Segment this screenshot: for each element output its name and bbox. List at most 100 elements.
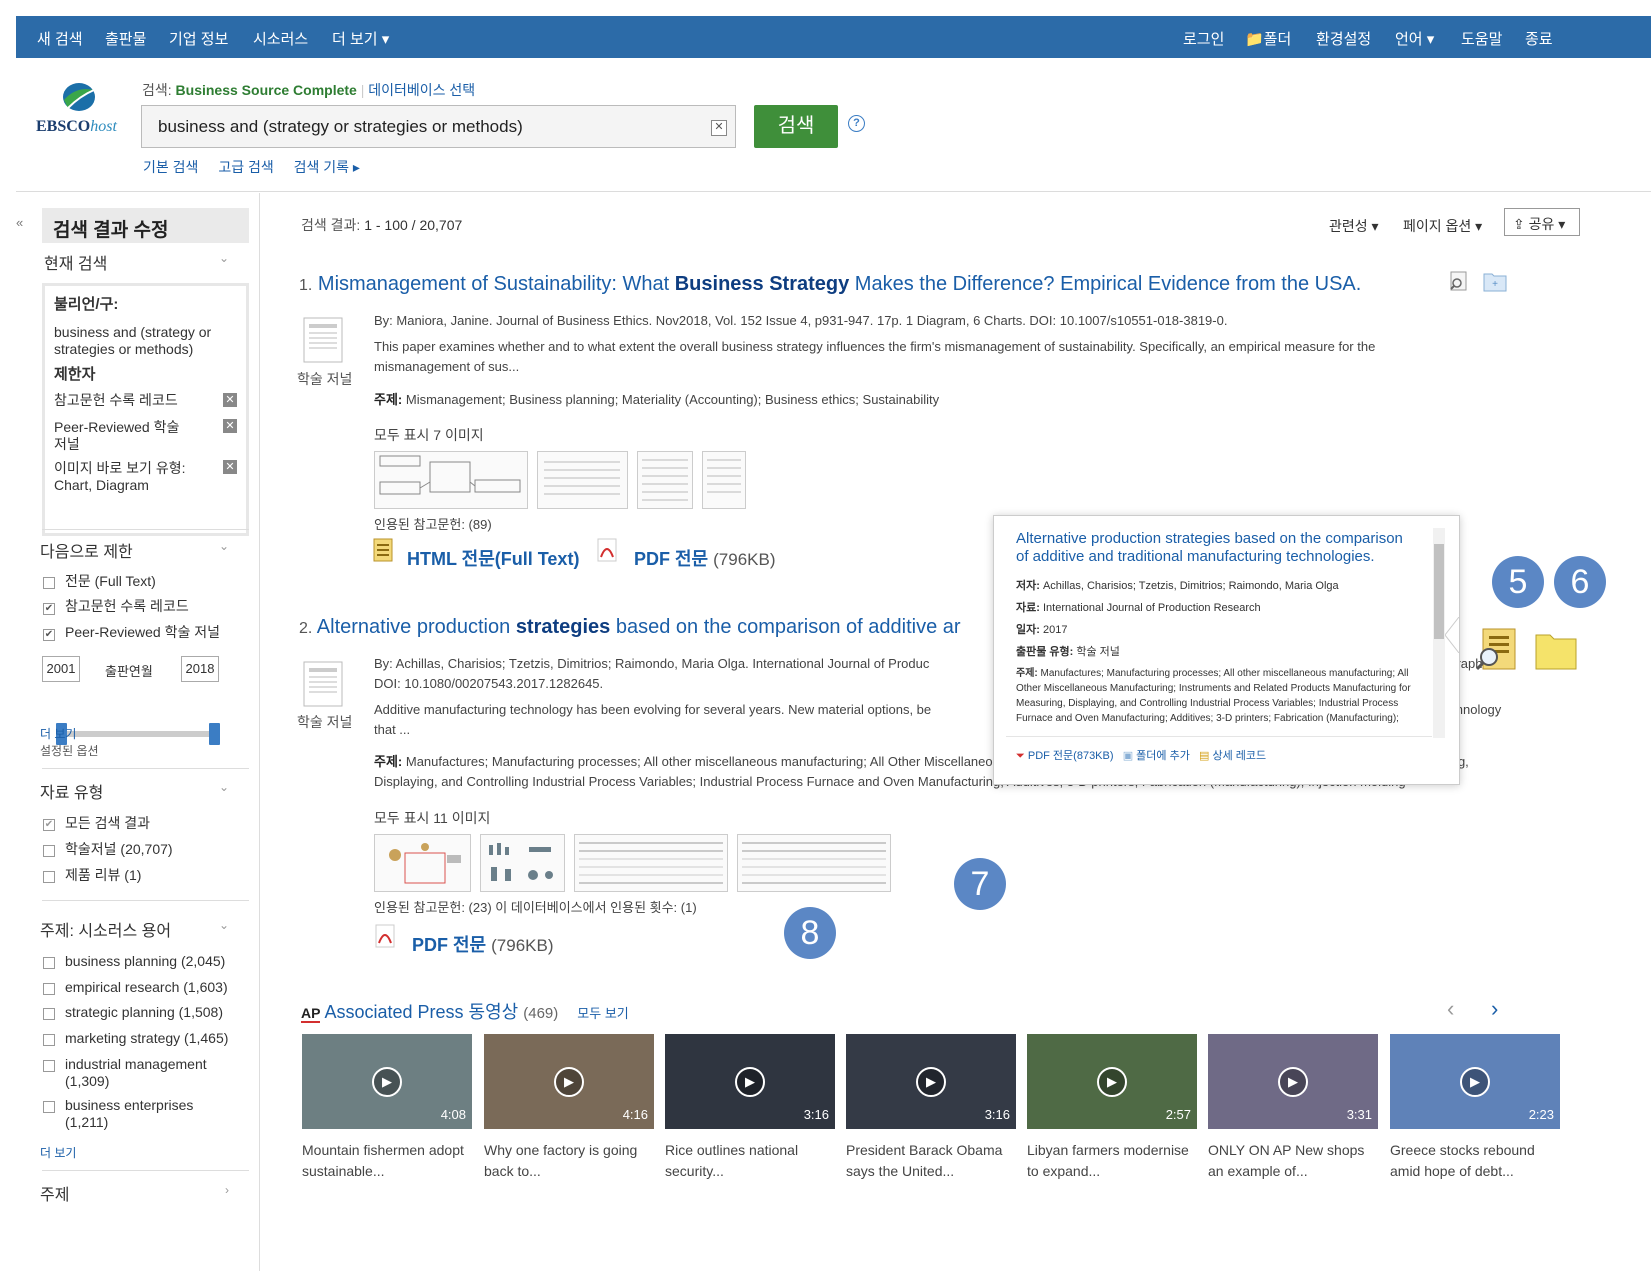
- nav-new-search[interactable]: 새 검색: [37, 28, 83, 49]
- help-icon[interactable]: ?: [848, 115, 865, 132]
- carousel-next-icon[interactable]: ›: [1491, 996, 1498, 1022]
- ap-view-all-link[interactable]: 모두 보기: [577, 1006, 628, 1021]
- clear-search-icon[interactable]: ✕: [711, 120, 727, 136]
- video-caption[interactable]: Why one factory is going back to...: [484, 1140, 654, 1182]
- carousel-prev-icon[interactable]: ‹: [1447, 996, 1454, 1022]
- play-icon[interactable]: ▶: [372, 1067, 402, 1097]
- fulltext-checkbox[interactable]: [43, 577, 55, 589]
- result-image-thumbnail[interactable]: [374, 451, 528, 509]
- references-checkbox[interactable]: ✔: [43, 603, 55, 615]
- cited-references-link[interactable]: 인용된 참고문헌: (89): [374, 515, 492, 535]
- academic-journals-checkbox[interactable]: [43, 845, 55, 857]
- video-thumbnail[interactable]: ▶ 3:31: [1208, 1034, 1378, 1129]
- show-all-images-link[interactable]: 모두 표시 11 이미지: [374, 808, 490, 828]
- video-thumbnail[interactable]: ▶ 2:23: [1390, 1034, 1560, 1129]
- ebsco-logo[interactable]: EBSCOhost: [36, 118, 117, 136]
- subject-checkbox[interactable]: [43, 1101, 55, 1113]
- result-title[interactable]: 2. Alternative production strategies bas…: [299, 616, 961, 639]
- preview-detail-link[interactable]: 상세 레코드: [1212, 750, 1266, 762]
- collapse-sidebar-icon[interactable]: «: [16, 215, 23, 230]
- slider-handle-end[interactable]: [209, 723, 220, 745]
- current-search-heading[interactable]: 현재 검색: [44, 250, 107, 274]
- preview-magnifier-icon[interactable]: [1448, 270, 1470, 292]
- search-input[interactable]: business and (strategy or strategies or …: [141, 105, 736, 148]
- page-options-dropdown[interactable]: 페이지 옵션 ▾: [1403, 216, 1482, 236]
- add-to-folder-icon[interactable]: +: [1483, 270, 1507, 292]
- folder-icon[interactable]: [1534, 627, 1578, 671]
- nav-thesaurus[interactable]: 시소러스: [253, 28, 308, 49]
- subject-checkbox[interactable]: [43, 1060, 55, 1072]
- preview-magnifier-icon[interactable]: [1475, 627, 1519, 671]
- preview-scrollbar[interactable]: [1433, 528, 1445, 738]
- boolean-phrase-value[interactable]: business and (strategy or strategies or …: [54, 324, 224, 358]
- subject-checkbox[interactable]: [43, 957, 55, 969]
- limit-to-heading[interactable]: 다음으로 제한: [40, 538, 133, 562]
- set-options-link[interactable]: 설정된 옵션: [40, 742, 99, 759]
- nav-language[interactable]: 언어 ▾: [1395, 28, 1434, 49]
- result-image-thumbnail[interactable]: [537, 451, 628, 509]
- ap-videos-title[interactable]: Associated Press 동영상: [324, 1002, 518, 1022]
- video-caption[interactable]: Mountain fishermen adopt sustainable...: [302, 1140, 472, 1182]
- pdf-fulltext-link[interactable]: PDF 전문 (796KB): [634, 545, 776, 571]
- subject-more-link[interactable]: 더 보기: [40, 1144, 76, 1161]
- nav-exit[interactable]: 종료: [1525, 28, 1553, 49]
- year-from-input[interactable]: 2001: [42, 656, 80, 682]
- preview-add-folder-link[interactable]: 폴더에 추가: [1136, 750, 1190, 762]
- chevron-down-icon[interactable]: ⌄: [219, 780, 229, 794]
- preview-pdf-link[interactable]: PDF 전문(873KB): [1028, 750, 1114, 762]
- nav-folder[interactable]: 📁폴더: [1245, 28, 1291, 49]
- nav-more-menu[interactable]: 더 보기 ▾: [332, 28, 389, 49]
- choose-database-link[interactable]: 데이터베이스 선택: [368, 82, 475, 98]
- advanced-search-link[interactable]: 고급 검색: [218, 159, 273, 175]
- play-icon[interactable]: ▶: [1097, 1067, 1127, 1097]
- chevron-down-icon[interactable]: ⌄: [219, 918, 229, 932]
- video-thumbnail[interactable]: ▶ 4:08: [302, 1034, 472, 1129]
- play-icon[interactable]: ▶: [735, 1067, 765, 1097]
- chevron-down-icon[interactable]: ⌄: [219, 251, 229, 265]
- result-image-thumbnail[interactable]: [637, 451, 693, 509]
- html-fulltext-link[interactable]: HTML 전문(Full Text): [407, 545, 579, 571]
- nav-company-info[interactable]: 기업 정보: [169, 28, 228, 49]
- video-thumbnail[interactable]: ▶ 2:57: [1027, 1034, 1197, 1129]
- product-reviews-checkbox[interactable]: [43, 871, 55, 883]
- basic-search-link[interactable]: 기본 검색: [143, 159, 198, 175]
- video-caption[interactable]: Rice outlines national security...: [665, 1140, 835, 1182]
- play-icon[interactable]: ▶: [1278, 1067, 1308, 1097]
- search-history-link[interactable]: 검색 기록 ▸: [294, 159, 360, 175]
- subject-checkbox[interactable]: [43, 1034, 55, 1046]
- sort-relevance-dropdown[interactable]: 관련성 ▾: [1329, 216, 1379, 236]
- cited-references-link[interactable]: 인용된 참고문헌: (23) 이 데이터베이스에서 인용된 횟수: (1): [374, 898, 697, 918]
- result-image-thumbnail[interactable]: [702, 451, 746, 509]
- video-thumbnail[interactable]: ▶ 4:16: [484, 1034, 654, 1129]
- all-results-checkbox[interactable]: ✔: [43, 819, 55, 831]
- video-caption[interactable]: President Barack Obama says the United..…: [846, 1140, 1016, 1182]
- result-title[interactable]: 1. Mismanagement of Sustainability: What…: [299, 273, 1361, 296]
- video-thumbnail[interactable]: ▶ 3:16: [665, 1034, 835, 1129]
- limit-more-link[interactable]: 더 보기: [40, 725, 76, 742]
- search-button[interactable]: 검색: [754, 105, 838, 148]
- nav-login[interactable]: 로그인: [1183, 28, 1224, 49]
- share-button[interactable]: ⇪ 공유 ▾: [1504, 208, 1580, 236]
- year-range-slider[interactable]: [56, 723, 220, 745]
- nav-help[interactable]: 도움말: [1461, 28, 1502, 49]
- peer-reviewed-checkbox[interactable]: ✔: [43, 629, 55, 641]
- result-image-thumbnail[interactable]: [737, 834, 891, 892]
- subject-checkbox[interactable]: [43, 983, 55, 995]
- preview-title[interactable]: Alternative production strategies based …: [1016, 530, 1416, 566]
- video-thumbnail[interactable]: ▶ 3:16: [846, 1034, 1016, 1129]
- remove-limiter-icon[interactable]: ✕: [223, 419, 237, 433]
- remove-limiter-icon[interactable]: ✕: [223, 460, 237, 474]
- video-caption[interactable]: Libyan farmers modernise to expand...: [1027, 1140, 1197, 1182]
- video-caption[interactable]: ONLY ON AP New shops an example of...: [1208, 1140, 1378, 1182]
- show-all-images-link[interactable]: 모두 표시 7 이미지: [374, 425, 484, 445]
- nav-preferences[interactable]: 환경설정: [1316, 28, 1371, 49]
- subject-checkbox[interactable]: [43, 1008, 55, 1020]
- result-image-thumbnail[interactable]: [374, 834, 471, 892]
- play-icon[interactable]: ▶: [1460, 1067, 1490, 1097]
- pdf-fulltext-link[interactable]: PDF 전문 (796KB): [412, 931, 554, 957]
- remove-limiter-icon[interactable]: ✕: [223, 393, 237, 407]
- chevron-down-icon[interactable]: ⌄: [219, 539, 229, 553]
- chevron-right-icon[interactable]: ›: [225, 1183, 229, 1197]
- play-icon[interactable]: ▶: [916, 1067, 946, 1097]
- subject-thesaurus-heading[interactable]: 주제: 시소러스 용어: [40, 917, 171, 941]
